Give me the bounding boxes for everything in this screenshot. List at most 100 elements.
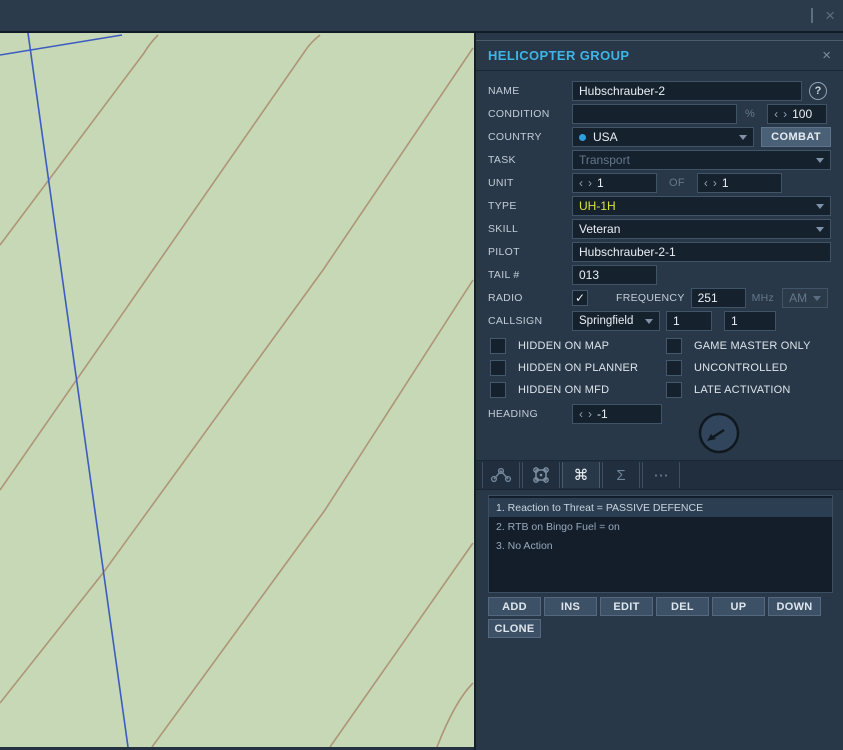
add-button[interactable]: ADD	[488, 597, 541, 616]
skill-select[interactable]: Veteran	[572, 219, 831, 239]
frequency-input[interactable]: 251	[690, 288, 746, 308]
radio-checkbox[interactable]: ✓	[572, 290, 588, 306]
mhz-label: MHz	[751, 292, 775, 304]
list-item[interactable]: 2. RTB on Bingo Fuel = on	[489, 517, 832, 536]
ins-button[interactable]: INS	[544, 597, 597, 616]
stepper-left-icon[interactable]: ‹	[774, 108, 778, 120]
country-flag-dot-icon	[579, 133, 586, 141]
country-select[interactable]: USA	[572, 127, 755, 147]
contour-line	[151, 279, 474, 747]
unit-total-stepper[interactable]: ‹ › 1	[696, 173, 782, 193]
contour-line	[0, 34, 159, 246]
actions-listbox[interactable]: 1. Reaction to Threat = PASSIVE DEFENCE …	[488, 495, 833, 593]
checkbox-late-activation[interactable]: LATE ACTIVATION	[666, 382, 791, 398]
chevron-down-icon	[816, 226, 824, 232]
panel-header: HELICOPTER GROUP ×	[476, 41, 843, 71]
stepper-left-icon[interactable]: ‹	[579, 408, 583, 420]
chevron-down-icon	[816, 203, 824, 209]
chevron-down-icon	[645, 318, 653, 324]
skill-label: SKILL	[488, 223, 519, 235]
condition-stepper[interactable]: ‹ › 100	[767, 104, 828, 124]
tab-zone[interactable]	[522, 462, 560, 488]
tab-more[interactable]: ⋯	[642, 462, 680, 488]
contour-line	[0, 47, 474, 704]
unit-label: UNIT	[488, 177, 514, 189]
clone-button[interactable]: CLONE	[488, 619, 541, 638]
stepper-right-icon[interactable]: ›	[588, 408, 592, 420]
hidden-on-planner-checkbox[interactable]	[490, 360, 506, 376]
unit-count-stepper[interactable]: ‹ › 1	[572, 173, 657, 193]
type-select[interactable]: UH-1H	[572, 196, 831, 216]
country-label: COUNTRY	[488, 131, 542, 143]
heading-value[interactable]: -1	[597, 407, 608, 421]
modulation-value: AM	[789, 291, 808, 305]
map-canvas[interactable]	[0, 33, 474, 747]
panel-frame: HELICOPTER GROUP × NAME Hubschrauber-2 ?…	[476, 40, 843, 750]
checkbox-uncontrolled[interactable]: UNCONTROLLED	[666, 360, 787, 376]
checkbox-hidden-on-planner[interactable]: HIDDEN ON PLANNER	[490, 360, 666, 376]
late-activation-checkbox[interactable]	[666, 382, 682, 398]
heading-dial[interactable]	[697, 411, 741, 460]
type-value: UH-1H	[579, 199, 616, 213]
up-button[interactable]: UP	[712, 597, 765, 616]
pilot-input[interactable]: Hubschrauber-2-1	[572, 242, 831, 262]
tail-input[interactable]: 013	[572, 265, 657, 285]
combat-button[interactable]: COMBAT	[761, 127, 831, 147]
options-checkbox-grid: HIDDEN ON MAP GAME MASTER ONLY HIDDEN ON…	[490, 338, 835, 404]
del-button[interactable]: DEL	[656, 597, 709, 616]
window-close-icon[interactable]: ×	[825, 7, 835, 24]
command-icon: ⌘	[573, 467, 589, 484]
contour-line	[0, 34, 321, 491]
uncontrolled-label: UNCONTROLLED	[694, 362, 788, 374]
task-value: Transport	[579, 153, 630, 167]
group-form: NAME Hubschrauber-2 ? CONDITION % ‹ › 10…	[476, 81, 843, 334]
hidden-on-mfd-checkbox[interactable]	[490, 382, 506, 398]
tab-advanced-actions[interactable]: ⌘	[562, 462, 600, 488]
type-row: TYPE UH-1H	[488, 196, 831, 216]
callsign-number-input[interactable]: 1	[666, 311, 712, 331]
tab-summary[interactable]: Σ	[602, 462, 640, 488]
unit-count-value[interactable]: 1	[597, 176, 604, 190]
pilot-label: PILOT	[488, 246, 520, 258]
down-button[interactable]: DOWN	[768, 597, 821, 616]
waypoint-tabstrip: ⌘ Σ ⋯	[476, 460, 843, 490]
help-button[interactable]: ?	[809, 82, 827, 100]
skill-row: SKILL Veteran	[488, 219, 831, 239]
stepper-right-icon[interactable]: ›	[713, 177, 717, 189]
chevron-down-icon	[816, 157, 824, 163]
unit-total-value[interactable]: 1	[722, 176, 729, 190]
edit-button[interactable]: EDIT	[600, 597, 653, 616]
modulation-select[interactable]: AM	[782, 288, 829, 308]
condition-stepper-value[interactable]: 100	[792, 107, 812, 121]
radio-label: RADIO	[488, 292, 523, 304]
stepper-right-icon[interactable]: ›	[588, 177, 592, 189]
panel-close-icon[interactable]: ×	[822, 47, 831, 64]
stepper-left-icon[interactable]: ‹	[704, 177, 708, 189]
callsign-unit-input[interactable]: 1	[724, 311, 776, 331]
list-item[interactable]: 3. No Action	[489, 536, 832, 555]
tail-row: TAIL # 013	[488, 265, 831, 285]
uncontrolled-checkbox[interactable]	[666, 360, 682, 376]
checkbox-hidden-on-map[interactable]: HIDDEN ON MAP	[490, 338, 666, 354]
callsign-select[interactable]: Springfield	[572, 311, 660, 331]
condition-label: CONDITION	[488, 108, 550, 120]
name-label: NAME	[488, 85, 520, 97]
unit-row: UNIT ‹ › 1 OF ‹ › 1	[488, 173, 831, 193]
game-master-only-checkbox[interactable]	[666, 338, 682, 354]
radio-row: RADIO ✓ FREQUENCY 251 MHz AM	[488, 288, 831, 308]
type-label: TYPE	[488, 200, 517, 212]
callsign-label: CALLSIGN	[488, 315, 543, 327]
tab-route[interactable]	[482, 462, 520, 488]
stepper-right-icon[interactable]: ›	[783, 108, 787, 120]
list-item[interactable]: 1. Reaction to Threat = PASSIVE DEFENCE	[489, 498, 832, 517]
name-input[interactable]: Hubschrauber-2	[572, 81, 802, 101]
task-select[interactable]: Transport	[572, 150, 831, 170]
percent-label: %	[745, 108, 756, 120]
condition-input[interactable]	[572, 104, 737, 124]
more-icon: ⋯	[653, 467, 669, 484]
heading-stepper[interactable]: ‹ › -1	[572, 404, 662, 424]
checkbox-hidden-on-mfd[interactable]: HIDDEN ON MFD	[490, 382, 666, 398]
checkbox-game-master-only[interactable]: GAME MASTER ONLY	[666, 338, 811, 354]
stepper-left-icon[interactable]: ‹	[579, 177, 583, 189]
hidden-on-map-checkbox[interactable]	[490, 338, 506, 354]
